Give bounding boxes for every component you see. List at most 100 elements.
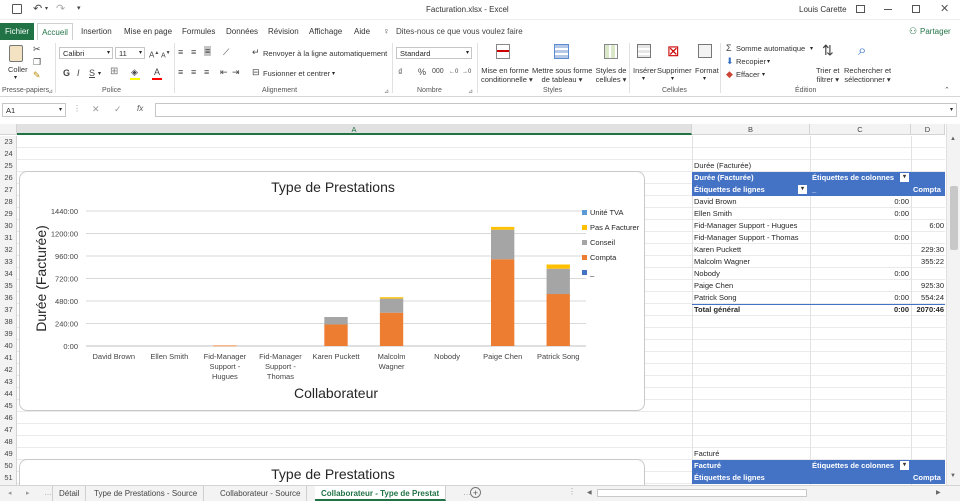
column-header-b[interactable]: B (692, 124, 810, 135)
align-left-icon[interactable]: ≡ (178, 67, 183, 77)
wrap-text-button[interactable]: Renvoyer à la ligne automatiquement (263, 49, 387, 58)
decrease-decimal-icon[interactable]: →0 (462, 67, 471, 77)
save-icon[interactable] (12, 4, 22, 14)
name-box[interactable]: A1 ▾ (2, 103, 66, 117)
maximize-icon[interactable] (912, 5, 920, 13)
align-middle-icon[interactable]: ≡ (191, 47, 196, 57)
align-right-icon[interactable]: ≡ (204, 67, 209, 77)
find-select-button[interactable]: Rechercher et sélectionner ▾ (844, 66, 891, 84)
collapse-ribbon-icon[interactable]: ⌃ (944, 86, 950, 94)
tab-mise-en-page[interactable]: Mise en page (124, 23, 172, 40)
paste-icon[interactable] (9, 45, 23, 62)
tell-me-search[interactable]: Dites-nous ce que vous voulez faire (396, 23, 523, 40)
more-options-icon[interactable]: ⋮ (73, 104, 81, 113)
row-header[interactable]: 26 (0, 172, 17, 184)
font-color-icon[interactable]: A (154, 67, 160, 77)
row-header[interactable]: 50 (0, 460, 17, 472)
horizontal-scrollbar[interactable]: ◀ ▶ (585, 488, 945, 498)
h-scroll-thumb[interactable] (597, 489, 807, 497)
cell-styles-button[interactable]: Styles de cellules ▾ (594, 66, 628, 84)
prev-sheet-icon[interactable]: ◂ (8, 489, 12, 497)
close-icon[interactable]: ✕ (940, 2, 949, 15)
chevron-down-icon[interactable]: ▾ (767, 58, 770, 65)
row-header[interactable]: 39 (0, 328, 17, 340)
tab-aide[interactable]: Aide (354, 23, 370, 40)
delete-cells-button[interactable]: Supprimer (657, 66, 692, 75)
filter-dropdown-icon[interactable]: ▾ (900, 173, 909, 182)
row-header[interactable]: 33 (0, 256, 17, 268)
select-all-corner[interactable] (0, 124, 17, 135)
row-header[interactable]: 28 (0, 196, 17, 208)
copy-icon[interactable]: ❐ (33, 57, 41, 67)
sheet-tab-type-prestations-source[interactable]: Type de Prestations - Source (88, 486, 205, 501)
row-header[interactable]: 37 (0, 304, 17, 316)
chevron-down-icon[interactable]: ▾ (762, 71, 765, 78)
fill-color-icon[interactable]: ◈ (131, 67, 138, 77)
bold-button[interactable]: G (63, 68, 70, 78)
cancel-formula-icon[interactable]: ✕ (92, 104, 100, 115)
undo-dropdown-icon[interactable]: ▾ (45, 5, 48, 12)
redo-icon[interactable]: ↷ (56, 2, 65, 15)
borders-icon[interactable]: ⊞ (110, 67, 118, 77)
row-header[interactable]: 48 (0, 436, 17, 448)
autosum-button[interactable]: Somme automatique (736, 44, 805, 53)
row-header[interactable]: 51 (0, 472, 17, 484)
row-header[interactable]: 35 (0, 280, 17, 292)
percent-icon[interactable]: % (418, 67, 426, 77)
alignment-launcher-icon[interactable]: ⊿ (384, 88, 389, 95)
scroll-thumb[interactable] (950, 186, 958, 250)
fill-button[interactable]: Recopier (736, 57, 766, 66)
sort-filter-button[interactable]: Trier et filtrer ▾ (816, 66, 839, 84)
row-header[interactable]: 43 (0, 376, 17, 388)
row-header[interactable]: 31 (0, 232, 17, 244)
next-sheet-icon[interactable]: ▸ (26, 489, 30, 497)
row-header[interactable]: 23 (0, 136, 17, 148)
chevron-down-icon[interactable]: ▾ (642, 75, 645, 82)
clipboard-launcher-icon[interactable]: ⊿ (48, 88, 53, 95)
paste-button[interactable]: Coller (8, 65, 28, 74)
font-size-select[interactable]: 11 ▾ (115, 47, 145, 59)
row-header[interactable]: 44 (0, 388, 17, 400)
scroll-left-icon[interactable]: ◀ (587, 489, 592, 496)
scroll-down-icon[interactable]: ▼ (950, 473, 956, 479)
vertical-scrollbar[interactable]: ▲ ▼ (946, 124, 960, 485)
row-header[interactable]: 40 (0, 340, 17, 352)
row-header[interactable]: 46 (0, 412, 17, 424)
more-options-icon[interactable]: ⋮ (568, 487, 576, 496)
chevron-down-icon[interactable]: ▾ (671, 75, 674, 82)
decrease-indent-icon[interactable]: ⇤ (220, 67, 228, 77)
underline-dropdown-icon[interactable]: ▾ (98, 70, 101, 77)
scroll-up-icon[interactable]: ▲ (950, 136, 956, 142)
align-top-icon[interactable]: ≡ (178, 47, 183, 57)
pivot-chart[interactable]: Type de Prestations Durée (Facturée) Colla… (19, 171, 645, 411)
grow-font-icon[interactable]: A▲ (149, 48, 159, 61)
row-header[interactable]: 47 (0, 424, 17, 436)
row-header[interactable]: 25 (0, 160, 17, 172)
user-name[interactable]: Louis Carette (799, 5, 847, 14)
column-header-c[interactable]: C (810, 124, 911, 135)
italic-button[interactable]: I (77, 68, 80, 78)
insert-cells-button[interactable]: Insérer (633, 66, 656, 75)
cut-icon[interactable]: ✂ (33, 44, 41, 54)
row-header[interactable]: 41 (0, 352, 17, 364)
tab-donnees[interactable]: Données (226, 23, 258, 40)
row-header[interactable]: 32 (0, 244, 17, 256)
merge-center-button[interactable]: Fusionner et centrer (263, 69, 330, 78)
filter-dropdown-icon[interactable]: ▾ (900, 461, 909, 470)
tab-insertion[interactable]: Insertion (81, 23, 112, 40)
format-painter-icon[interactable]: ✎ (33, 70, 41, 80)
minimize-icon[interactable] (884, 9, 892, 10)
column-header-a[interactable]: A (17, 124, 692, 135)
insert-function-icon[interactable]: fx (137, 104, 143, 113)
tab-formules[interactable]: Formules (182, 23, 215, 40)
row-header[interactable]: 49 (0, 448, 17, 460)
enter-formula-icon[interactable]: ✓ (114, 104, 122, 115)
customize-qat-icon[interactable]: ▾ (77, 4, 81, 12)
align-bottom-icon[interactable]: ≡ (204, 46, 212, 56)
row-header[interactable]: 27 (0, 184, 17, 196)
number-launcher-icon[interactable]: ⊿ (468, 88, 473, 95)
row-header[interactable]: 38 (0, 316, 17, 328)
number-format-select[interactable]: Standard ▾ (396, 47, 472, 59)
row-header[interactable]: 36 (0, 292, 17, 304)
clear-button[interactable]: Effacer (736, 70, 760, 79)
